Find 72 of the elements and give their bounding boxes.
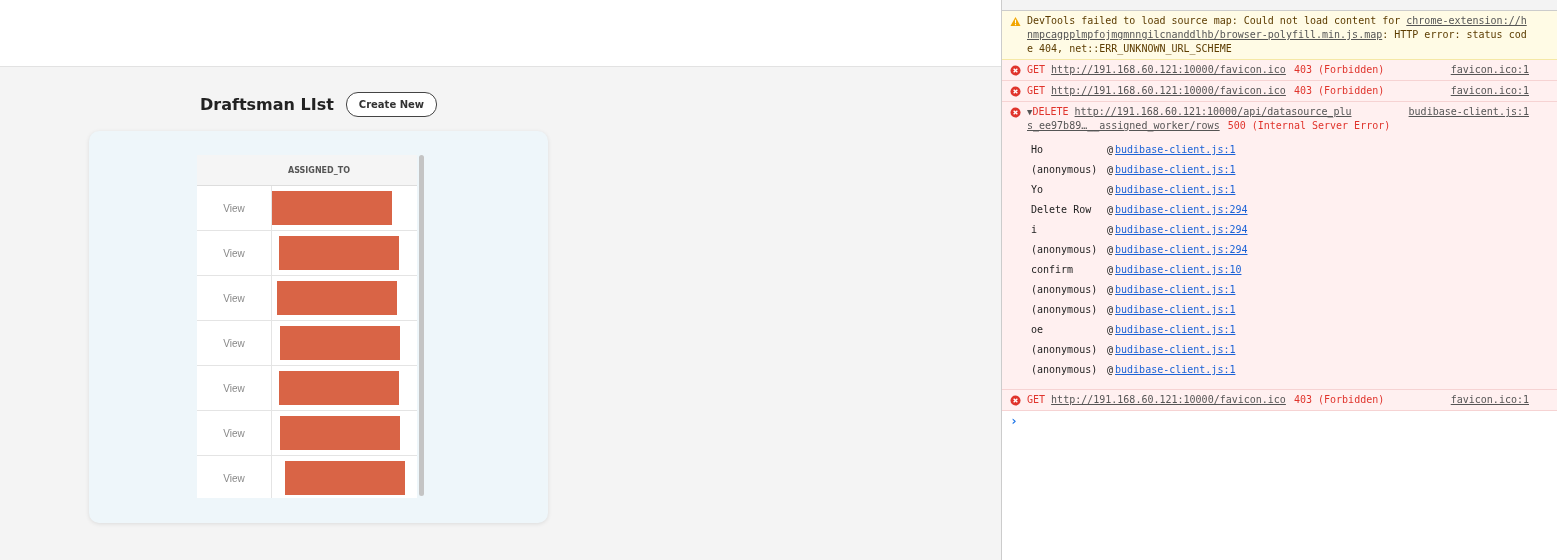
at-sign: @ <box>1107 143 1114 157</box>
stack-function: Yo <box>1030 183 1045 197</box>
at-sign: @ <box>1107 223 1114 237</box>
stack-function: (anonymous) <box>1030 163 1099 177</box>
stack-function: (anonymous) <box>1030 343 1099 357</box>
stack-link[interactable]: budibase-client.js:1 <box>1115 143 1236 157</box>
stack-link[interactable]: budibase-client.js:1 <box>1115 163 1236 177</box>
at-sign: @ <box>1107 363 1114 377</box>
at-sign: @ <box>1107 323 1114 337</box>
source-link[interactable]: favicon.ico:1 <box>1450 393 1529 407</box>
expand-toggle[interactable]: ▼ <box>1027 107 1033 117</box>
view-link[interactable]: View <box>223 382 245 394</box>
request-method: DELETE <box>1032 106 1069 117</box>
stack-link[interactable]: budibase-client.js:1 <box>1115 323 1236 337</box>
request-method: GET <box>1027 64 1046 75</box>
create-new-button[interactable]: Create New <box>345 92 438 117</box>
stack-function: i <box>1030 223 1039 237</box>
page-title: Draftsman LIst <box>199 95 334 114</box>
request-url[interactable]: http://191.168.60.121:10000/favicon.ico <box>1051 85 1286 96</box>
stack-function: (anonymous) <box>1030 243 1099 257</box>
error-icon <box>1010 86 1021 97</box>
at-sign: @ <box>1107 263 1114 277</box>
at-sign: @ <box>1107 343 1114 357</box>
at-sign: @ <box>1107 303 1114 317</box>
warning-icon <box>1010 16 1021 27</box>
request-url[interactable]: http://191.168.60.121:10000/favicon.ico <box>1051 394 1286 405</box>
warning-message: DevTools failed to load source map: Could not load content for chrome-extension://hnmpcagpplmpfojmgmnngilcnanddlhb/browser-polyfill.min.js.map: HTTP error: status code 404, net::ERR_UNKNOWN_URL_SCHEME <box>1027 14 1528 56</box>
source-link[interactable]: budibase-client.js:1 <box>1408 105 1529 119</box>
at-sign: @ <box>1107 283 1114 297</box>
error-icon <box>1010 107 1021 118</box>
status-text: 500 (Internal Server Error) <box>1227 120 1391 131</box>
view-link[interactable]: View <box>223 202 245 214</box>
status-text: 403 (Forbidden) <box>1293 394 1385 405</box>
view-link[interactable]: View <box>223 472 245 484</box>
error-icon <box>1010 65 1021 76</box>
at-sign: @ <box>1107 243 1114 257</box>
source-link[interactable]: favicon.ico:1 <box>1450 63 1529 77</box>
stack-link[interactable]: budibase-client.js:294 <box>1115 243 1248 257</box>
view-link[interactable]: View <box>223 427 245 439</box>
at-sign: @ <box>1107 163 1114 177</box>
status-text: 403 (Forbidden) <box>1293 85 1385 96</box>
at-sign: @ <box>1107 203 1114 217</box>
stack-link[interactable]: budibase-client.js:1 <box>1115 343 1236 357</box>
stack-link[interactable]: budibase-client.js:10 <box>1115 263 1242 277</box>
source-link[interactable]: favicon.ico:1 <box>1450 84 1529 98</box>
stack-link[interactable]: budibase-client.js:1 <box>1115 183 1236 197</box>
stack-link[interactable]: budibase-client.js:1 <box>1115 303 1236 317</box>
request-method: GET <box>1027 85 1046 96</box>
view-link[interactable]: View <box>223 292 245 304</box>
stack-link[interactable]: budibase-client.js:294 <box>1115 223 1248 237</box>
column-header: ASSIGNED_TO <box>287 164 351 177</box>
view-link[interactable]: View <box>223 337 245 349</box>
stack-function: oe <box>1030 323 1045 337</box>
stack-link[interactable]: budibase-client.js:1 <box>1115 283 1236 297</box>
stack-function: confirm <box>1030 263 1075 277</box>
stack-link[interactable]: budibase-client.js:1 <box>1115 363 1236 377</box>
stack-function: (anonymous) <box>1030 363 1099 377</box>
error-icon <box>1010 395 1021 406</box>
view-link[interactable]: View <box>223 247 245 259</box>
stack-function: Ho <box>1030 143 1045 157</box>
status-text: 403 (Forbidden) <box>1293 64 1385 75</box>
request-url[interactable]: http://191.168.60.121:10000/favicon.ico <box>1051 64 1286 75</box>
prompt-caret[interactable]: › <box>1010 413 1018 428</box>
stack-link[interactable]: budibase-client.js:294 <box>1115 203 1248 217</box>
stack-function: (anonymous) <box>1030 283 1099 297</box>
request-url[interactable]: http://191.168.60.121:10000/api/datasource_plu <box>1074 106 1352 117</box>
request-url[interactable]: s_ee97b89…__assigned_worker/rows <box>1027 120 1220 131</box>
stack-function: Delete Row <box>1030 203 1093 217</box>
stack-function: (anonymous) <box>1030 303 1099 317</box>
scrollbar[interactable] <box>419 155 424 496</box>
at-sign: @ <box>1107 183 1114 197</box>
request-method: GET <box>1027 394 1046 405</box>
